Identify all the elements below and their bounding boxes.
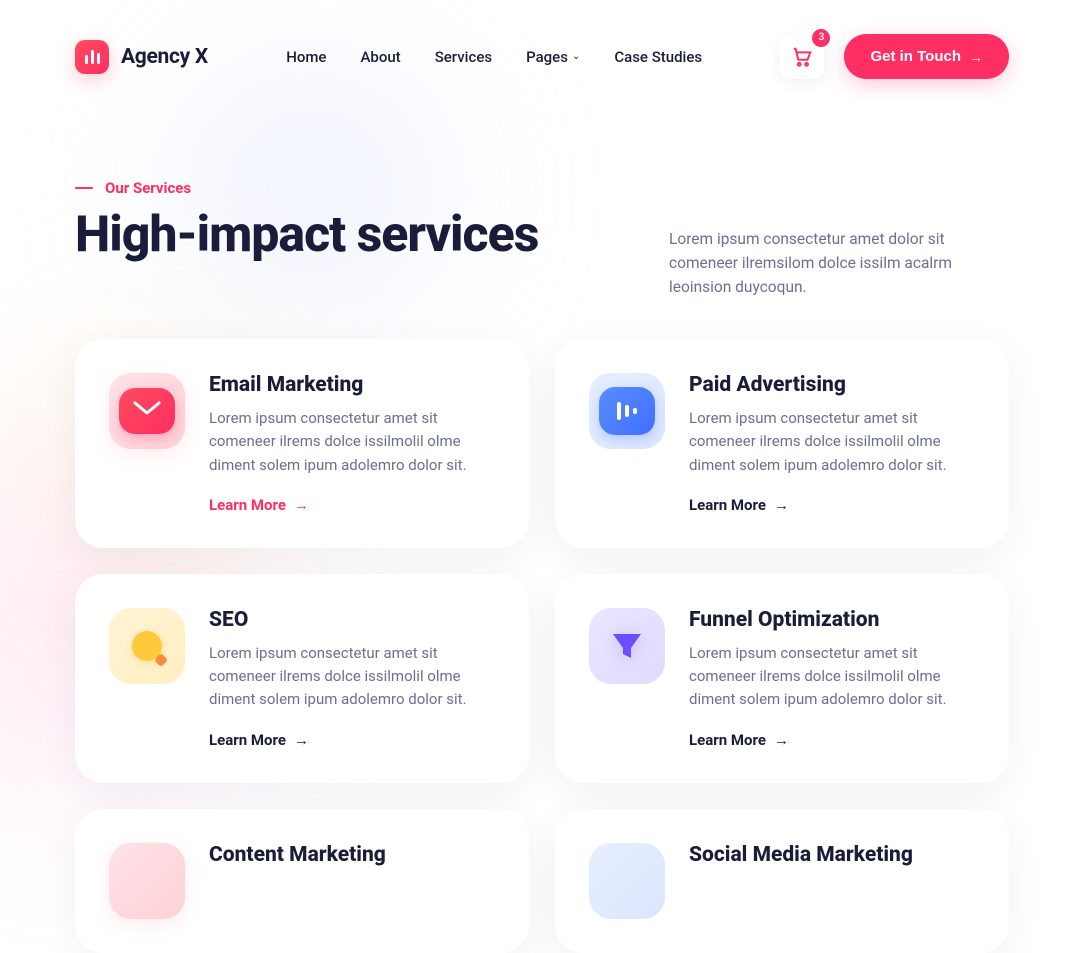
arrow-right-icon: → (294, 731, 309, 749)
learn-more-link[interactable]: Learn More→ (209, 731, 309, 749)
services-section: Our Services High-impact services Lorem … (0, 79, 1084, 953)
header-actions: 3 Get in Touch → (780, 34, 1009, 79)
section-eyebrow: Our Services (75, 179, 1009, 197)
learn-more-link[interactable]: Learn More→ (689, 731, 789, 749)
section-lead: Lorem ipsum consectetur amet dolor sit c… (669, 227, 1009, 299)
eyebrow-text: Our Services (105, 179, 191, 197)
card-text: Lorem ipsum consectetur amet sit comenee… (209, 642, 495, 712)
nav-home[interactable]: Home (286, 48, 326, 66)
brand-name: Agency X (121, 45, 208, 69)
nav-services[interactable]: Services (435, 48, 492, 66)
arrow-right-icon: → (969, 49, 983, 65)
learn-more-link[interactable]: Learn More→ (209, 496, 309, 514)
eyebrow-line-icon (75, 187, 93, 189)
funnel-icon (589, 608, 665, 684)
chart-icon (589, 373, 665, 449)
social-icon (589, 843, 665, 919)
nav-case-studies[interactable]: Case Studies (614, 48, 702, 66)
logo-icon (75, 40, 109, 74)
service-card: SEO Lorem ipsum consectetur amet sit com… (75, 574, 529, 783)
card-text: Lorem ipsum consectetur amet sit comenee… (689, 407, 975, 477)
brand[interactable]: Agency X (75, 40, 208, 74)
learn-more-link[interactable]: Learn More→ (689, 496, 789, 514)
cart-badge: 3 (812, 29, 830, 47)
service-card: Content Marketing (75, 809, 529, 953)
main-nav: Home About Services Pages⌄ Case Studies (286, 48, 702, 66)
arrow-right-icon: → (774, 731, 789, 749)
card-title: Funnel Optimization (689, 608, 975, 632)
card-text: Lorem ipsum consectetur amet sit comenee… (689, 642, 975, 712)
nav-pages[interactable]: Pages⌄ (526, 48, 580, 66)
service-card: Social Media Marketing (555, 809, 1009, 953)
service-card: Paid Advertising Lorem ipsum consectetur… (555, 339, 1009, 548)
services-grid: Email Marketing Lorem ipsum consectetur … (75, 339, 1009, 953)
card-title: SEO (209, 608, 495, 632)
card-title: Social Media Marketing (689, 843, 975, 867)
arrow-right-icon: → (774, 496, 789, 514)
site-header: Agency X Home About Services Pages⌄ Case… (0, 0, 1084, 79)
service-card: Email Marketing Lorem ipsum consectetur … (75, 339, 529, 548)
card-text: Lorem ipsum consectetur amet sit comenee… (209, 407, 495, 477)
nav-about[interactable]: About (360, 48, 400, 66)
service-card: Funnel Optimization Lorem ipsum consecte… (555, 574, 1009, 783)
cart-icon (791, 46, 813, 68)
search-icon (109, 608, 185, 684)
chevron-down-icon: ⌄ (572, 51, 580, 62)
arrow-right-icon: → (294, 496, 309, 514)
envelope-icon (109, 373, 185, 449)
get-in-touch-button[interactable]: Get in Touch → (844, 34, 1009, 79)
cart-button[interactable]: 3 (780, 35, 824, 79)
content-icon (109, 843, 185, 919)
card-title: Email Marketing (209, 373, 495, 397)
card-title: Content Marketing (209, 843, 495, 867)
card-title: Paid Advertising (689, 373, 975, 397)
section-title: High-impact services (75, 209, 538, 262)
